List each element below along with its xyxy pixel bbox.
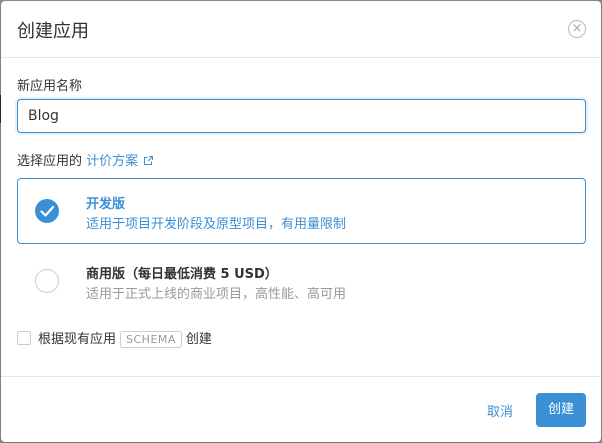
schema-checkbox[interactable] bbox=[17, 331, 31, 345]
pricing-link[interactable]: 计价方案 bbox=[86, 154, 154, 169]
dialog-header: 创建应用 × bbox=[1, 1, 601, 58]
create-app-dialog: 创建应用 × 新应用名称 选择应用的 计价方案 开发版 适用于项目开发阶段及原型… bbox=[1, 1, 601, 442]
schema-badge: SCHEMA bbox=[120, 331, 182, 348]
app-name-input[interactable] bbox=[17, 99, 586, 133]
app-name-label: 新应用名称 bbox=[17, 79, 83, 94]
external-link-icon bbox=[144, 156, 154, 165]
pricing-link-text: 计价方案 bbox=[86, 154, 139, 169]
plan-description: 适用于正式上线的商业项目，高性能、高可用 bbox=[86, 287, 347, 302]
schema-suffix-text: 创建 bbox=[185, 332, 212, 347]
check-icon bbox=[40, 205, 55, 217]
create-button[interactable]: 创建 bbox=[536, 393, 586, 427]
close-icon[interactable]: × bbox=[568, 20, 586, 38]
plan-option-dev[interactable]: 开发版 适用于项目开发阶段及原型项目，有用量限制 bbox=[17, 178, 586, 244]
plan-name: 商用版（每日最低消费 5 USD） bbox=[86, 267, 278, 282]
plan-name: 开发版 bbox=[86, 197, 126, 212]
schema-option: 根据现有应用 SCHEMA 创建 bbox=[17, 328, 212, 348]
plan-label-text: 选择应用的 bbox=[17, 154, 83, 169]
plan-selection-label: 选择应用的 计价方案 bbox=[17, 150, 154, 169]
plan-option-business[interactable]: 商用版（每日最低消费 5 USD） 适用于正式上线的商业项目，高性能、高可用 bbox=[17, 248, 586, 314]
plan-radio-unselected[interactable] bbox=[35, 269, 59, 293]
schema-prefix-text: 根据现有应用 bbox=[38, 332, 117, 347]
cancel-button[interactable]: 取消 bbox=[487, 401, 513, 420]
dialog-title: 创建应用 bbox=[17, 21, 89, 42]
dialog-footer: 取消 创建 bbox=[1, 376, 601, 442]
plan-description: 适用于项目开发阶段及原型项目，有用量限制 bbox=[86, 217, 347, 232]
plan-radio-selected[interactable] bbox=[35, 199, 59, 223]
